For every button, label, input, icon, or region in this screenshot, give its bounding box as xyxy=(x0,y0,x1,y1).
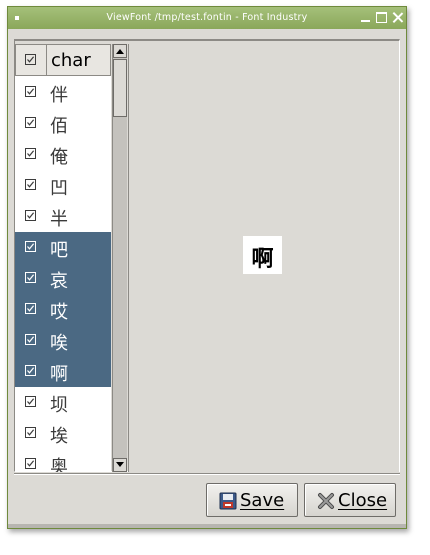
list-item[interactable]: 半 xyxy=(15,201,111,232)
row-checkbox-icon[interactable] xyxy=(25,272,36,283)
row-char: 半 xyxy=(50,209,68,230)
char-column-header[interactable]: char xyxy=(51,50,91,71)
maximize-icon[interactable] xyxy=(376,12,387,23)
scroll-down-arrow-icon[interactable] xyxy=(113,458,127,472)
list-item[interactable]: 哀 xyxy=(15,263,111,294)
row-checkbox-icon[interactable] xyxy=(25,241,36,252)
list-item[interactable]: 哎 xyxy=(15,294,111,325)
row-checkbox-icon[interactable] xyxy=(25,458,36,469)
row-char: 啊 xyxy=(50,364,68,385)
row-char: 唉 xyxy=(50,333,68,354)
minimize-icon[interactable] xyxy=(360,12,371,23)
list-item[interactable]: 奥 xyxy=(15,449,111,472)
row-char: 哀 xyxy=(50,271,68,292)
list-item[interactable]: 吧 xyxy=(15,232,111,263)
row-char: 伴 xyxy=(50,85,68,106)
row-char: 吧 xyxy=(50,240,68,261)
x-close-icon xyxy=(317,492,335,515)
row-char: 埃 xyxy=(50,426,68,447)
button-separator xyxy=(14,473,400,475)
save-button-label: Save xyxy=(240,490,285,511)
list-header[interactable]: char xyxy=(15,44,111,76)
row-char: 俺 xyxy=(50,147,68,168)
row-checkbox-icon[interactable] xyxy=(25,210,36,221)
list-item[interactable]: 坝 xyxy=(15,387,111,418)
font-viewer-window: ViewFont /tmp/test.fontin - Font Industr… xyxy=(7,6,407,529)
glyph-preview-tile: 啊 xyxy=(243,236,282,274)
scrollbar-thumb[interactable] xyxy=(113,59,127,117)
scroll-up-arrow-icon[interactable] xyxy=(113,44,127,58)
glyph-preview-pane: 啊 xyxy=(128,44,399,472)
content-frame: char 伴佰俺凹半吧哀哎唉啊坝埃奥 啊 xyxy=(14,39,400,472)
save-button[interactable]: Save xyxy=(206,483,298,517)
list-item[interactable]: 凹 xyxy=(15,170,111,201)
list-item[interactable]: 伴 xyxy=(15,77,111,108)
row-char: 坝 xyxy=(50,395,68,416)
row-checkbox-icon[interactable] xyxy=(25,303,36,314)
row-char: 凹 xyxy=(50,178,68,199)
list-item[interactable]: 俺 xyxy=(15,139,111,170)
row-checkbox-icon[interactable] xyxy=(25,365,36,376)
vertical-scrollbar[interactable] xyxy=(112,44,127,472)
row-char: 佰 xyxy=(50,116,68,137)
row-checkbox-icon[interactable] xyxy=(25,179,36,190)
close-button[interactable]: Close xyxy=(304,483,396,517)
list-item[interactable]: 埃 xyxy=(15,418,111,449)
row-char: 奥 xyxy=(50,457,68,472)
preview-glyph: 啊 xyxy=(251,246,274,272)
row-checkbox-icon[interactable] xyxy=(25,148,36,159)
row-checkbox-icon[interactable] xyxy=(25,427,36,438)
list-item[interactable]: 唉 xyxy=(15,325,111,356)
list-item[interactable]: 佰 xyxy=(15,108,111,139)
row-checkbox-icon[interactable] xyxy=(25,396,36,407)
row-checkbox-icon[interactable] xyxy=(25,334,36,345)
header-check-column[interactable] xyxy=(16,45,47,75)
window-title: ViewFont /tmp/test.fontin - Font Industr… xyxy=(106,12,308,23)
list-item[interactable]: 啊 xyxy=(15,356,111,387)
close-button-label: Close xyxy=(338,490,388,511)
char-list: char 伴佰俺凹半吧哀哎唉啊坝埃奥 xyxy=(15,44,111,472)
window-bottom-edge xyxy=(8,524,406,528)
floppy-disk-icon xyxy=(219,492,237,515)
row-char: 哎 xyxy=(50,302,68,323)
select-all-checkbox-icon[interactable] xyxy=(25,54,36,65)
row-checkbox-icon[interactable] xyxy=(25,86,36,97)
row-checkbox-icon[interactable] xyxy=(25,117,36,128)
title-bar[interactable]: ViewFont /tmp/test.fontin - Font Industr… xyxy=(8,7,406,29)
window-close-icon[interactable] xyxy=(392,12,403,23)
